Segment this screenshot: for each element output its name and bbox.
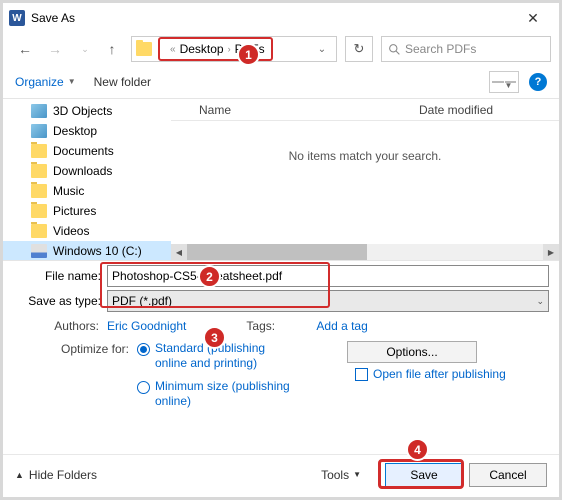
folder-icon bbox=[136, 42, 152, 56]
scroll-thumb[interactable] bbox=[187, 244, 367, 260]
chevron-right-icon: › bbox=[228, 44, 231, 54]
nav-3d-objects[interactable]: 3D Objects bbox=[3, 101, 171, 121]
nav-desktop[interactable]: Desktop bbox=[3, 121, 171, 141]
column-name[interactable]: Name bbox=[171, 103, 419, 117]
address-bar[interactable]: « Desktop › PDFs ⌄ bbox=[131, 36, 337, 62]
file-name-input[interactable] bbox=[107, 265, 549, 287]
breadcrumb-prefix: « bbox=[170, 44, 176, 55]
breadcrumb-item[interactable]: Desktop bbox=[180, 42, 224, 56]
tools-menu[interactable]: Tools▼ bbox=[321, 468, 361, 482]
cancel-button[interactable]: Cancel bbox=[469, 463, 547, 487]
recent-dropdown[interactable]: ⌄ bbox=[71, 37, 99, 61]
chevron-up-icon: ▲ bbox=[15, 470, 24, 480]
search-icon bbox=[388, 43, 401, 56]
nav-downloads[interactable]: Downloads bbox=[3, 161, 171, 181]
breadcrumb[interactable]: « Desktop › PDFs bbox=[158, 37, 273, 61]
optimize-standard-radio[interactable]: Standard (publishing online and printing… bbox=[137, 341, 297, 371]
navigation-pane[interactable]: 3D Objects Desktop Documents Downloads M… bbox=[3, 99, 171, 260]
empty-message: No items match your search. bbox=[171, 149, 559, 163]
3d-objects-icon bbox=[31, 104, 47, 118]
help-button[interactable]: ? bbox=[529, 73, 547, 91]
address-dropdown[interactable]: ⌄ bbox=[312, 44, 332, 55]
file-list[interactable]: Name Date modified No items match your s… bbox=[171, 99, 559, 260]
horizontal-scrollbar[interactable]: ◀ ▶ bbox=[171, 244, 559, 260]
scroll-right-icon[interactable]: ▶ bbox=[543, 244, 559, 260]
author-link[interactable]: Eric Goodnight bbox=[107, 319, 186, 333]
tags-label: Tags: bbox=[246, 319, 316, 333]
search-placeholder: Search PDFs bbox=[405, 42, 476, 56]
nav-pictures[interactable]: Pictures bbox=[3, 201, 171, 221]
options-button[interactable]: Options... bbox=[347, 341, 477, 363]
column-date[interactable]: Date modified bbox=[419, 103, 559, 117]
pictures-icon bbox=[31, 204, 47, 218]
add-tag-link[interactable]: Add a tag bbox=[316, 319, 367, 333]
radio-icon bbox=[137, 381, 150, 394]
documents-icon bbox=[31, 144, 47, 158]
nav-windows10[interactable]: Windows 10 (C:) bbox=[3, 241, 171, 260]
downloads-icon bbox=[31, 164, 47, 178]
forward-button[interactable]: → bbox=[41, 37, 69, 61]
save-button[interactable]: Save bbox=[385, 463, 463, 487]
view-menu[interactable]: ▼ bbox=[489, 71, 519, 93]
checkbox-icon bbox=[355, 368, 368, 381]
nav-videos[interactable]: Videos bbox=[3, 221, 171, 241]
nav-music[interactable]: Music bbox=[3, 181, 171, 201]
breadcrumb-item[interactable]: PDFs bbox=[235, 42, 265, 56]
organize-menu[interactable]: Organize▼ bbox=[15, 75, 76, 89]
radio-icon bbox=[137, 343, 150, 356]
new-folder-button[interactable]: New folder bbox=[94, 75, 151, 89]
save-type-label: Save as type: bbox=[13, 294, 107, 308]
back-button[interactable]: ← bbox=[11, 37, 39, 61]
drive-icon bbox=[31, 244, 47, 258]
scroll-left-icon[interactable]: ◀ bbox=[171, 244, 187, 260]
close-button[interactable]: ✕ bbox=[513, 3, 553, 33]
optimize-minimum-radio[interactable]: Minimum size (publishing online) bbox=[137, 379, 297, 409]
chevron-down-icon: ⌄ bbox=[536, 296, 544, 307]
refresh-button[interactable]: ↻ bbox=[345, 36, 373, 62]
optimize-label: Optimize for: bbox=[39, 341, 137, 356]
music-icon bbox=[31, 184, 47, 198]
window-title: Save As bbox=[31, 11, 75, 25]
word-icon: W bbox=[9, 10, 25, 26]
nav-documents[interactable]: Documents bbox=[3, 141, 171, 161]
hide-folders-toggle[interactable]: ▲ Hide Folders bbox=[15, 468, 97, 482]
desktop-icon bbox=[31, 124, 47, 138]
file-name-label: File name: bbox=[13, 269, 107, 283]
search-input[interactable]: Search PDFs bbox=[381, 36, 551, 62]
videos-icon bbox=[31, 224, 47, 238]
open-after-checkbox[interactable]: Open file after publishing bbox=[355, 367, 506, 381]
up-button[interactable]: ↑ bbox=[101, 38, 123, 60]
save-type-dropdown[interactable]: PDF (*.pdf) ⌄ bbox=[107, 290, 549, 312]
authors-label: Authors: bbox=[39, 319, 107, 333]
